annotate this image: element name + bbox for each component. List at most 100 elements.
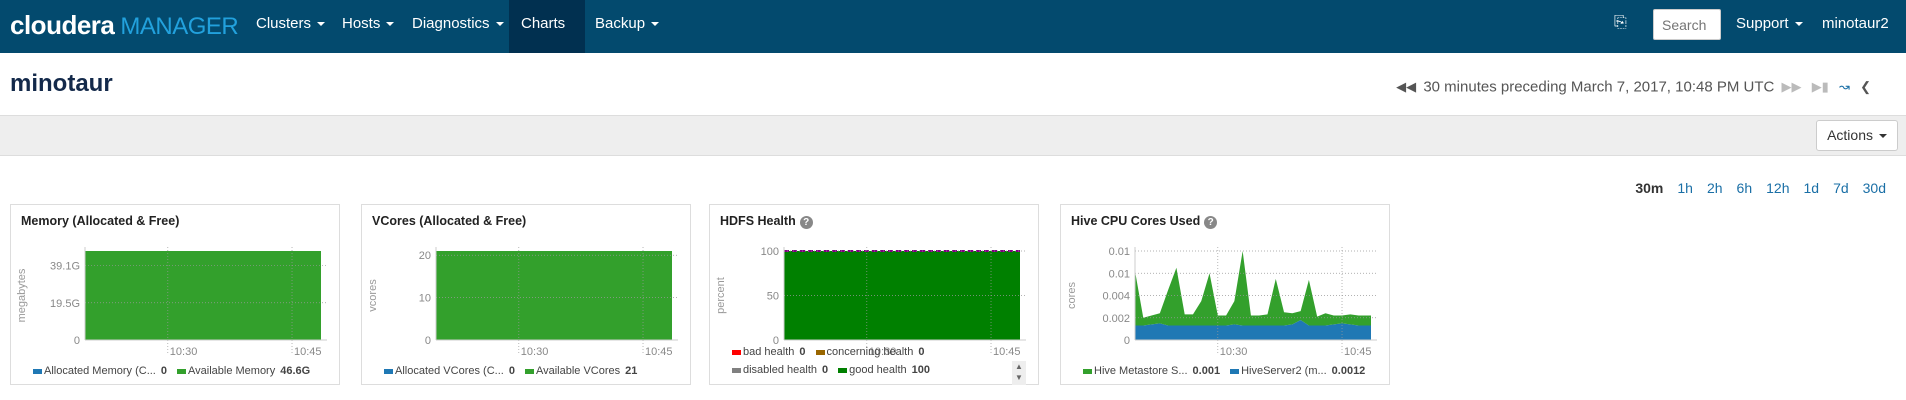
hdfs-health-chart[interactable]: HDFS Health? 0 50 100 10:30 10:45 percent bad h…: [709, 204, 1039, 385]
y-tick-label: 0.002: [1102, 313, 1130, 325]
chart-legend: Hive Metastore S... 0.001 HiveServer2 (m..…: [1083, 365, 1375, 377]
range-2h[interactable]: 2h: [1707, 180, 1723, 196]
legend-item[interactable]: Available Memory 46.6G: [177, 365, 320, 377]
memory-chart[interactable]: Memory (Allocated & Free) 0 19.5G 39.1G 10:3…: [10, 204, 340, 385]
nav-label: Support: [1736, 15, 1789, 32]
y-tick-label: 39.1G: [50, 260, 80, 272]
legend-swatch: [732, 349, 741, 355]
logo-brand: cloudera: [10, 10, 115, 40]
chart-plot: 0 0.002 0.004 0.01 0.01 10:30 10:45 cores: [1066, 246, 1377, 355]
chart-legend: Allocated VCores (C... 0 Available VCores 2…: [384, 365, 647, 377]
legend-name: Allocated VCores (C...: [395, 365, 504, 377]
legend-item[interactable]: bad health 0: [732, 346, 816, 358]
fast-forward-icon[interactable]: ▶▶: [1782, 79, 1802, 94]
time-range-selector: 30m 1h 2h 6h 12h 1d 7d 30d: [1621, 180, 1886, 196]
nav-clusters[interactable]: Clusters: [244, 0, 337, 53]
actions-button[interactable]: Actions: [1816, 120, 1898, 151]
range-6h[interactable]: 6h: [1737, 180, 1753, 196]
cloudera-logo[interactable]: cloudera MANAGER: [10, 10, 239, 41]
chart-legend: disabled health 0 good health 100: [732, 364, 940, 376]
legend-name: bad health: [743, 346, 795, 358]
search-input[interactable]: [1653, 9, 1721, 40]
y-tick-label: 100: [761, 246, 779, 258]
y-axis-label: vcores: [367, 279, 379, 312]
legend-name: Available VCores: [535, 365, 621, 377]
y-tick-label: 0.01: [1109, 268, 1130, 280]
y-tick-label: 0: [74, 335, 80, 347]
legend-swatch: [524, 368, 534, 374]
legend-item[interactable]: concerning health 0: [815, 346, 935, 358]
chart-plot: 05010010:30 10:45percent: [715, 246, 1026, 355]
legend-value: 0: [508, 365, 515, 377]
legend-name: Available Memory: [188, 365, 276, 377]
legend-item[interactable]: Hive Metastore S... 0.001: [1083, 365, 1230, 377]
chevron-left-icon[interactable]: ❮: [1860, 79, 1871, 94]
chart-plot: 0 19.5G 39.1G 10:30 10:45 megabytes: [16, 247, 327, 355]
caret-down-icon: [317, 22, 326, 27]
legend-item[interactable]: disabled health 0: [732, 364, 838, 376]
legend-value: 0: [160, 365, 167, 377]
y-tick-label: 0.01: [1109, 246, 1130, 258]
vcores-chart[interactable]: VCores (Allocated & Free) 0 10 20 10:30 10:45…: [361, 204, 691, 385]
legend-item[interactable]: Available VCores 21: [524, 365, 647, 377]
legend-item[interactable]: Allocated Memory (C... 0: [33, 365, 177, 377]
caret-down-icon: [527, 69, 535, 74]
legend-name: Hive Metastore S...: [1094, 365, 1188, 377]
time-range-label[interactable]: 30 minutes preceding March 7, 2017, 10:4…: [1423, 79, 1774, 96]
y-tick-label: 0: [425, 335, 431, 347]
range-7d[interactable]: 7d: [1833, 180, 1849, 196]
toolbar: Actions: [0, 115, 1906, 156]
legend-name: concerning health: [826, 346, 914, 358]
y-tick-label: 0: [1124, 335, 1130, 347]
legend-name: HiveServer2 (m...: [1241, 365, 1327, 377]
legend-swatch: [33, 368, 42, 374]
legend-swatch: [177, 368, 186, 374]
caret-down-icon: [1794, 22, 1803, 27]
skip-to-now-icon[interactable]: ▶▮: [1812, 79, 1829, 94]
x-tick-label: 10:30: [1220, 346, 1248, 355]
legend-swatch: [1083, 368, 1092, 374]
nav-diagnostics[interactable]: Diagnostics: [400, 0, 516, 53]
legend-item[interactable]: HiveServer2 (m... 0.0012: [1230, 365, 1375, 377]
legend-value: 0: [822, 364, 829, 376]
range-30m[interactable]: 30m: [1635, 180, 1663, 196]
chart-icon[interactable]: ↝: [1839, 79, 1850, 94]
caret-down-icon: [1879, 134, 1887, 139]
caret-down-icon: [1828, 69, 1836, 74]
x-tick-label: 10:45: [993, 346, 1021, 355]
y-tick-label: 50: [767, 291, 779, 303]
chart-plot: 0 10 20 10:30 10:45 vcores: [367, 247, 678, 355]
legend-value: 21: [625, 365, 638, 377]
hive-cpu-chart[interactable]: Hive CPU Cores Used? 0 0.002 0.004 0.01 0.01 1…: [1060, 204, 1390, 385]
running-commands-icon[interactable]: ⎘: [1614, 14, 1627, 32]
legend-name: Allocated Memory (C...: [44, 365, 156, 377]
nav-hosts[interactable]: Hosts: [330, 0, 406, 53]
page-title: minotaur: [10, 70, 113, 97]
chart-legend: Allocated Memory (C... 0 Available Memory 4…: [33, 365, 320, 377]
legend-scroll-arrows[interactable]: ▲ ▼: [1012, 361, 1026, 385]
range-12h[interactable]: 12h: [1766, 180, 1789, 196]
legend-swatch: [384, 368, 393, 374]
x-tick-label: 10:45: [294, 346, 322, 355]
nav-label: Clusters: [256, 15, 312, 32]
legend-item[interactable]: Allocated VCores (C... 0: [384, 365, 525, 377]
logo-product: MANAGER: [120, 13, 239, 40]
series-area-1: [1135, 251, 1371, 326]
range-30d[interactable]: 30d: [1863, 180, 1886, 196]
y-axis-label: cores: [1066, 282, 1078, 309]
legend-swatch: [1230, 368, 1240, 374]
y-tick-label: 20: [419, 250, 431, 262]
range-1d[interactable]: 1d: [1803, 180, 1819, 196]
nav-support[interactable]: Support: [1724, 0, 1815, 53]
range-1h[interactable]: 1h: [1677, 180, 1693, 196]
nav-charts[interactable]: Charts: [509, 0, 585, 74]
nav-backup[interactable]: Backup: [583, 0, 671, 53]
x-tick-label: 10:45: [1344, 346, 1372, 355]
legend-item[interactable]: good health 100: [838, 364, 940, 376]
y-tick-label: 0.004: [1102, 291, 1130, 303]
y-tick-label: 10: [419, 293, 431, 305]
legend-value: 0.001: [1192, 365, 1221, 377]
y-axis-label: megabytes: [16, 268, 28, 322]
rewind-icon[interactable]: ◀◀: [1396, 79, 1416, 94]
nav-user-menu[interactable]: minotaur2: [1810, 0, 1906, 74]
